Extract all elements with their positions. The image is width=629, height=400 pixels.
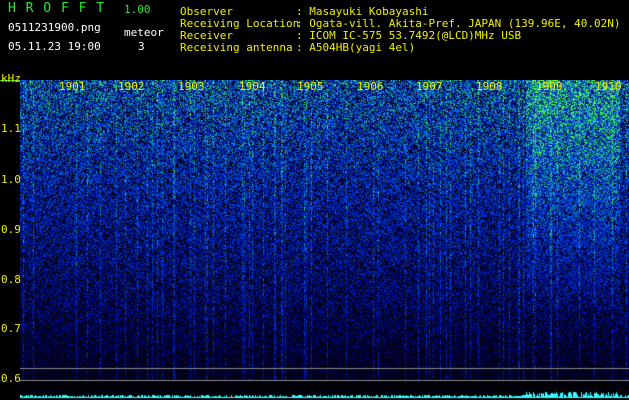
freq-label-0-6: 0.6 [1, 372, 21, 385]
time-label-1904: 1904 [239, 80, 266, 93]
time-label-1905: 1905 [297, 80, 324, 93]
time-label-1908: 1908 [476, 80, 503, 93]
antenna-label: Receiving antenna [180, 41, 293, 54]
time-label-1909: 1909 [536, 80, 563, 93]
meteor-label: meteor [124, 26, 164, 39]
time-label-1907: 1907 [416, 80, 443, 93]
spectrogram [20, 80, 629, 400]
freq-unit-label: kHz [1, 72, 21, 85]
freq-label-1-0: 1.0 [1, 173, 21, 186]
datetime-label: 05.11.23 19:00 [8, 40, 101, 53]
freq-label-0-9: 0.9 [1, 223, 21, 236]
hrofft-window: H R O F F T 1.00 0511231900.png meteor 0… [0, 0, 629, 400]
time-label-1906: 1906 [357, 80, 384, 93]
filename-label: 0511231900.png [8, 21, 101, 34]
app-version: 1.00 [124, 3, 151, 16]
meteor-count: 3 [138, 40, 145, 53]
freq-label-1-1: 1.1 [1, 122, 21, 135]
time-label-1910: 1910 [595, 80, 622, 93]
antenna-value: : A504HB(yagi 4el) [296, 41, 416, 54]
time-label-1903: 1903 [178, 80, 205, 93]
freq-label-0-8: 0.8 [1, 273, 21, 286]
app-title: H R O F F T [8, 1, 106, 16]
time-label-1902: 1902 [118, 80, 145, 93]
freq-label-0-7: 0.7 [1, 322, 21, 335]
time-label-1901: 1901 [59, 80, 86, 93]
